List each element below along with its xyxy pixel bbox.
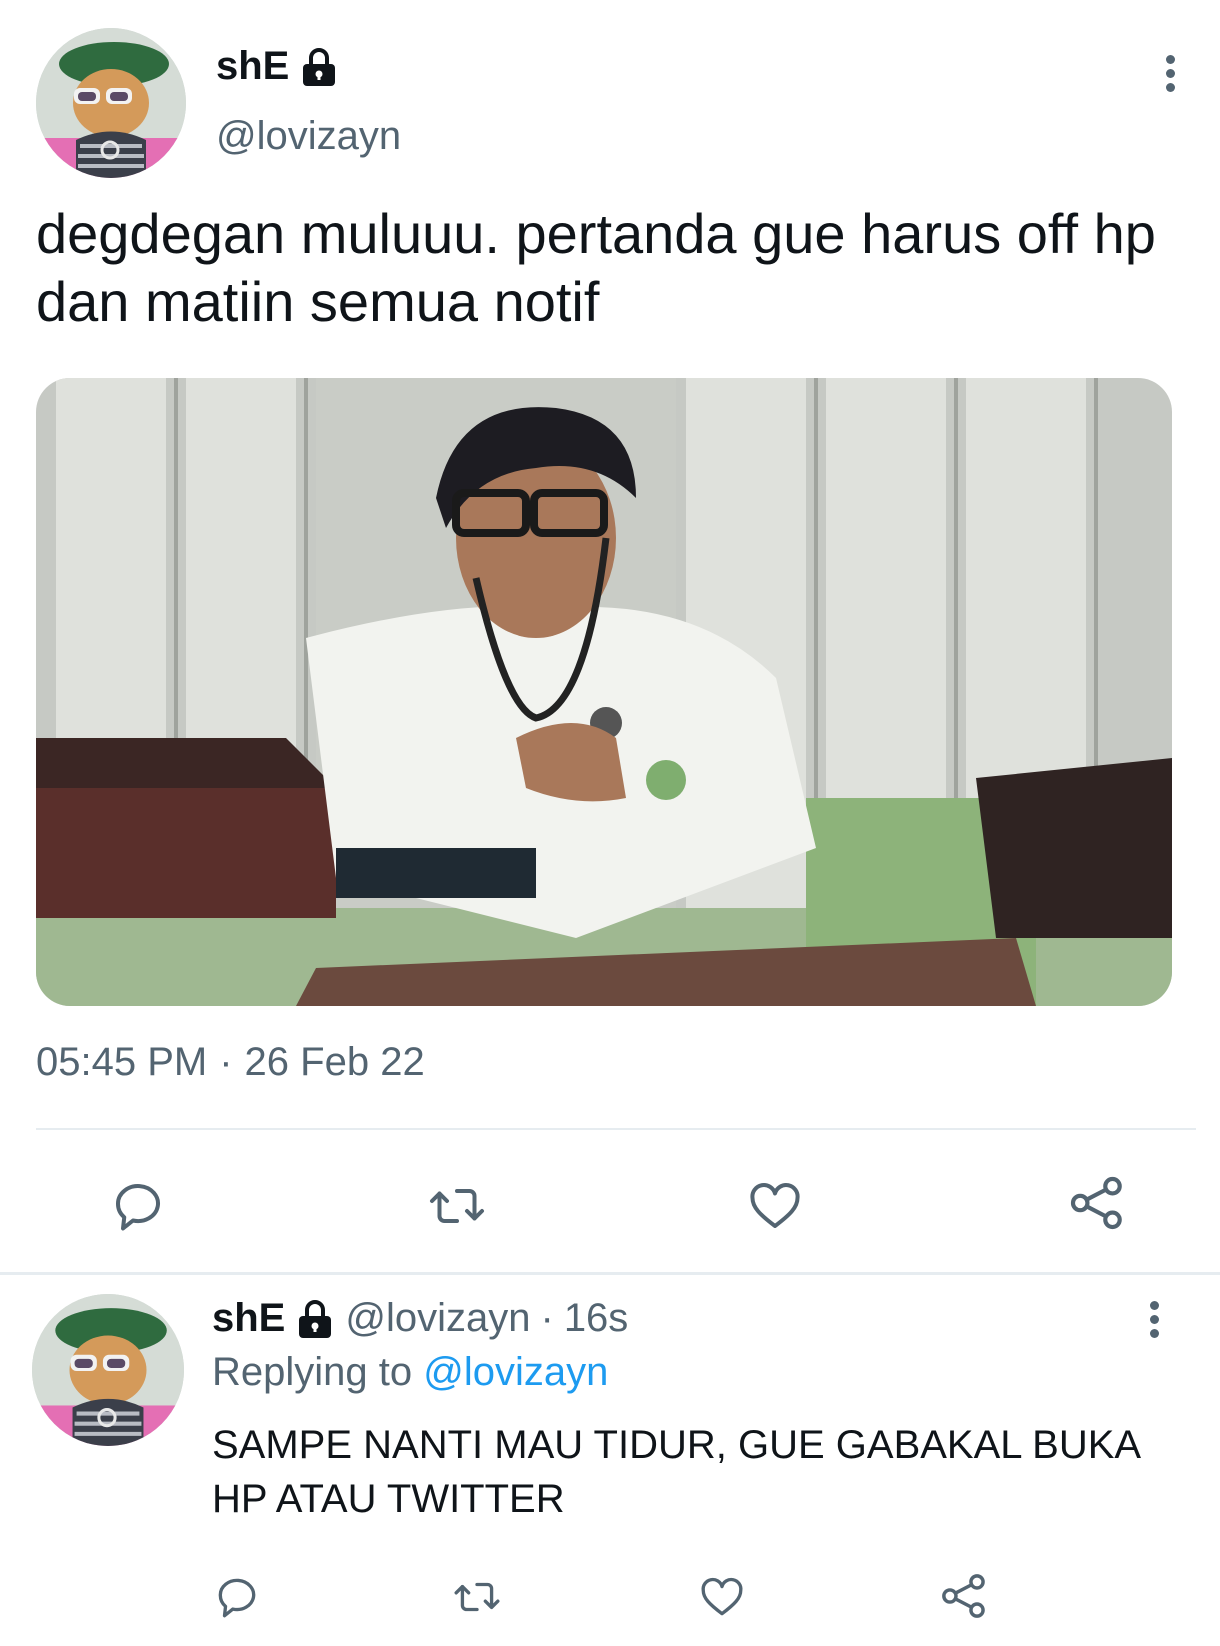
author-handle[interactable]: @lovizayn: [216, 114, 401, 159]
reply-author-name[interactable]: shE: [212, 1296, 285, 1341]
replying-label: Replying to: [212, 1350, 413, 1394]
replying-mention-link[interactable]: @lovizayn: [423, 1350, 608, 1394]
reply-age[interactable]: 16s: [564, 1296, 629, 1341]
timestamp-separator: ·: [219, 1040, 233, 1084]
reply-header: shE @lovizayn · 16s: [212, 1296, 628, 1341]
retweet-icon[interactable]: [424, 1176, 490, 1236]
more-options-icon[interactable]: [1160, 50, 1180, 110]
share-icon[interactable]: [938, 1570, 990, 1622]
like-icon[interactable]: [744, 1176, 806, 1236]
tweet-date: 26 Feb 22: [244, 1040, 425, 1084]
lock-icon: [295, 1298, 335, 1340]
cat-avatar-image: [36, 28, 186, 178]
photo-student-stethoscope: [36, 378, 1172, 1006]
retweet-icon[interactable]: [450, 1572, 504, 1622]
tweet-media[interactable]: [36, 378, 1172, 1006]
cat-avatar-image: [32, 1294, 184, 1446]
share-icon[interactable]: [1066, 1172, 1128, 1234]
author-name[interactable]: shE: [216, 44, 289, 89]
comment-icon[interactable]: [212, 1572, 262, 1622]
tweet-separator: [0, 1272, 1220, 1275]
author-name-row[interactable]: shE: [216, 44, 339, 89]
replying-to: Replying to @lovizayn: [212, 1350, 608, 1395]
reply-text: SAMPE NANTI MAU TIDUR, GUE GABAKAL BUKA …: [212, 1423, 1139, 1521]
tweet-timestamp[interactable]: 05:45 PM · 26 Feb 22: [36, 1040, 425, 1085]
reply-separator: ·: [540, 1296, 554, 1340]
avatar[interactable]: [36, 28, 186, 178]
reply-avatar[interactable]: [32, 1294, 184, 1446]
divider: [36, 1128, 1196, 1130]
more-options-icon[interactable]: [1144, 1296, 1164, 1356]
tweet-time: 05:45 PM: [36, 1040, 208, 1084]
like-icon[interactable]: [696, 1572, 748, 1622]
lock-icon: [299, 46, 339, 88]
comment-icon[interactable]: [108, 1176, 168, 1236]
reply-author-handle[interactable]: @lovizayn: [345, 1296, 530, 1341]
tweet-text: degdegan muluuu. pertanda gue harus off …: [36, 202, 1156, 333]
